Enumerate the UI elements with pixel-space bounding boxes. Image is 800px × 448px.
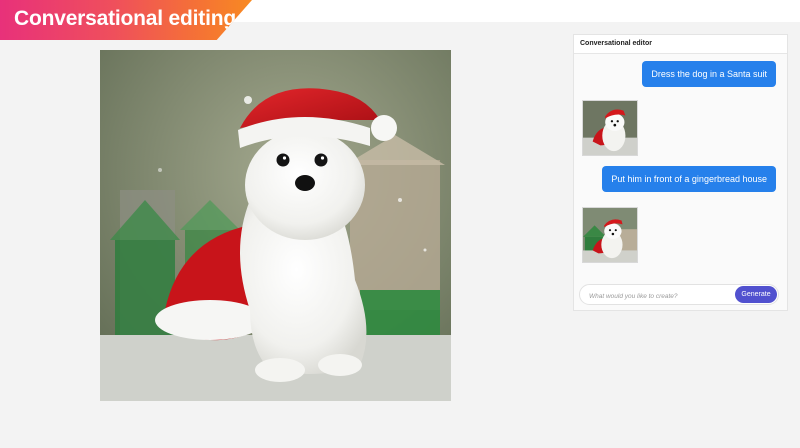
prompt-composer: Generate xyxy=(579,284,779,306)
banner-title: Conversational editing xyxy=(14,7,236,30)
result-thumbnail[interactable] xyxy=(582,100,638,156)
result-thumbnail[interactable] xyxy=(582,207,638,263)
generate-button[interactable]: Generate xyxy=(735,286,777,303)
panel-title: Conversational editor xyxy=(574,35,787,54)
generated-image xyxy=(100,50,451,401)
conversational-editor-panel: Conversational editor Dress the dog in a… xyxy=(573,34,788,311)
title-banner: Conversational editing xyxy=(0,0,252,40)
user-message: Put him in front of a gingerbread house xyxy=(602,166,776,192)
user-message: Dress the dog in a Santa suit xyxy=(642,61,776,87)
prompt-input[interactable] xyxy=(580,287,730,306)
